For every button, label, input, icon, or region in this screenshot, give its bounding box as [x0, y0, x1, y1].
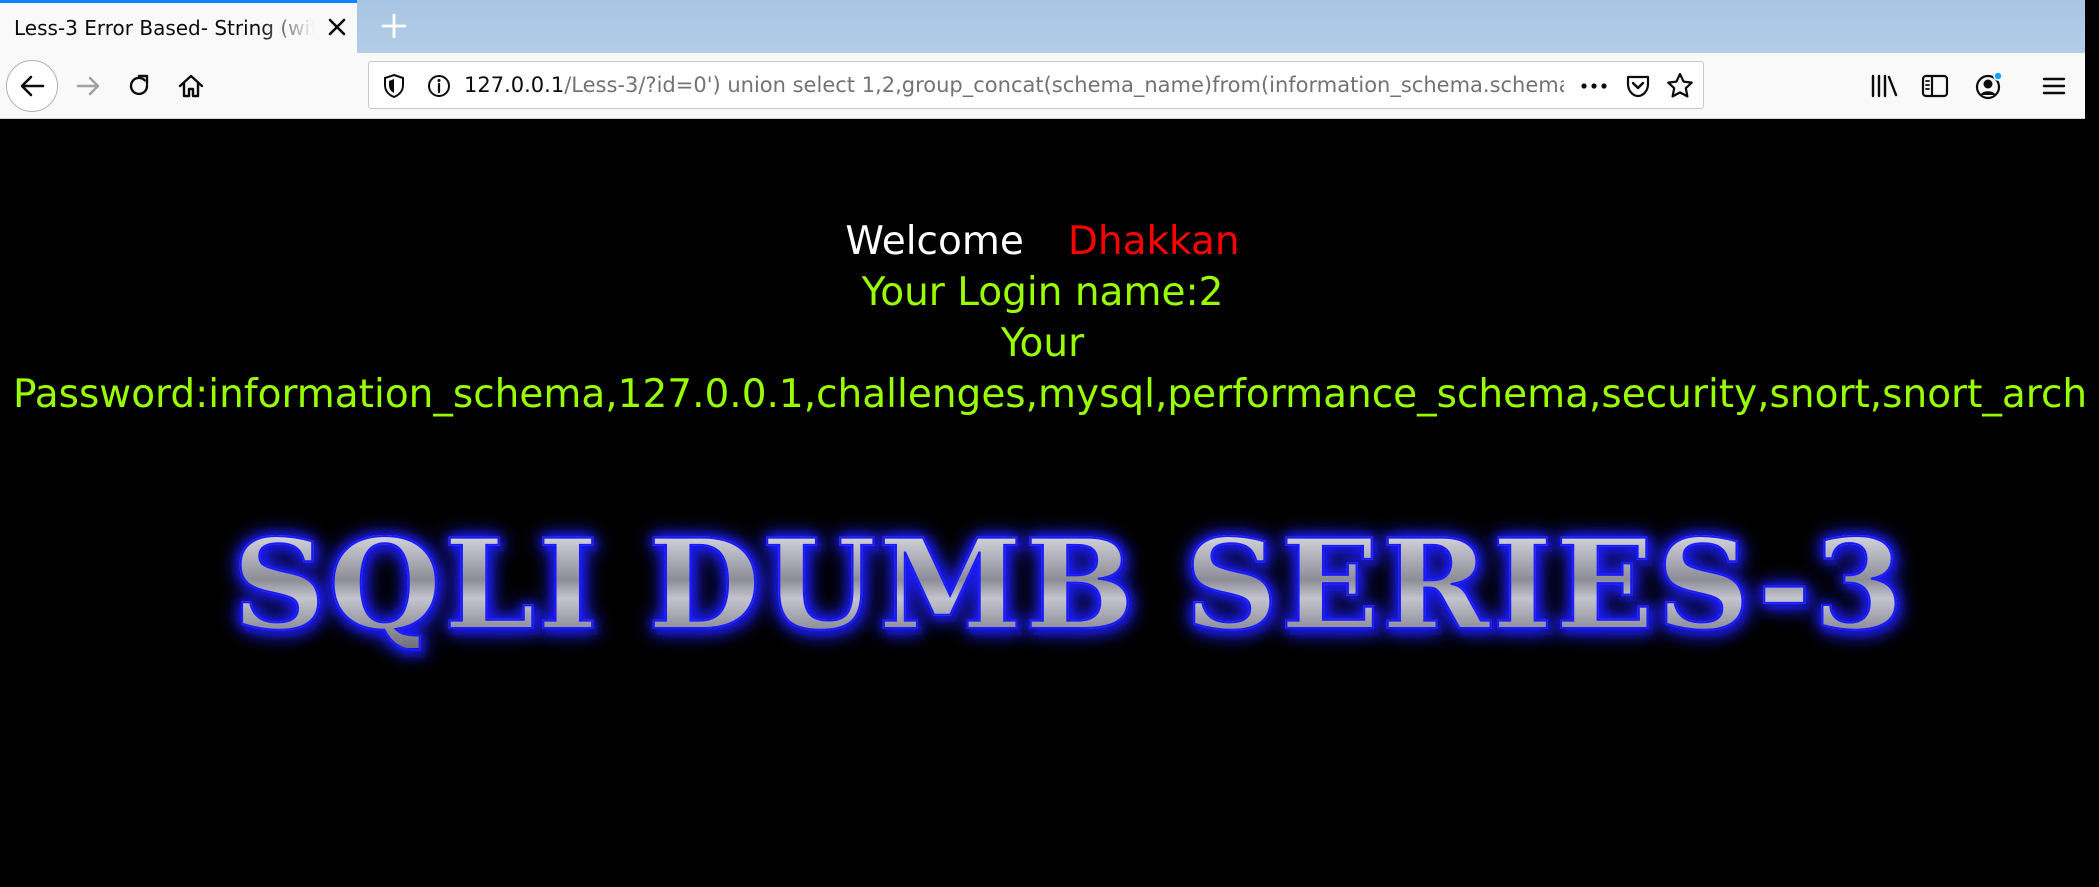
- welcome-line: Welcome Dhakkan: [0, 219, 2085, 264]
- url-path: /Less-3/?id=0') union select 1,2,group_c…: [564, 73, 1564, 97]
- reload-button[interactable]: [120, 67, 158, 105]
- back-arrow-icon: [20, 75, 45, 97]
- welcome-text: Welcome: [845, 219, 1024, 264]
- url-text[interactable]: 127.0.0.1/Less-3/?id=0') union select 1,…: [464, 73, 1564, 97]
- account-button[interactable]: [1968, 65, 2010, 107]
- bookmark-star-icon[interactable]: [1665, 71, 1695, 101]
- sidebar-button[interactable]: [1916, 67, 1954, 105]
- tab-strip: Less-3 Error Based- String (with Twists)…: [0, 0, 2085, 53]
- home-icon: [178, 74, 204, 98]
- series-banner-logo: SQLI DUMB SERIES-3: [231, 513, 1907, 658]
- plus-icon[interactable]: [378, 10, 410, 42]
- menu-button[interactable]: [2035, 67, 2073, 105]
- page-content: Welcome Dhakkan Your Login name:2 Your Pa…: [0, 119, 2085, 887]
- close-icon[interactable]: [325, 15, 349, 39]
- tracking-shield-icon[interactable]: [382, 73, 406, 99]
- home-button[interactable]: [172, 67, 210, 105]
- active-tab[interactable]: Less-3 Error Based- String (with Twists)…: [0, 0, 357, 53]
- forward-arrow-icon: [76, 76, 100, 96]
- password-result-text: Password:information_schema,127.0.0.1,ch…: [13, 372, 2085, 417]
- library-icon: [1871, 74, 1898, 98]
- navigation-toolbar: 127.0.0.1/Less-3/?id=0') union select 1,…: [0, 53, 2085, 119]
- browser-chrome: Less-3 Error Based- String (with Twists)…: [0, 0, 2085, 119]
- library-button[interactable]: [1865, 67, 1903, 105]
- pocket-icon[interactable]: [1624, 72, 1652, 100]
- password-label: Your: [1000, 321, 1085, 366]
- hamburger-menu-icon: [2042, 77, 2066, 95]
- login-name-text: Your Login name:2: [861, 270, 1224, 315]
- more-actions-icon[interactable]: [1579, 74, 1609, 98]
- info-icon[interactable]: [426, 73, 452, 99]
- forward-button[interactable]: [70, 67, 108, 105]
- sidebar-icon: [1921, 74, 1949, 98]
- back-button[interactable]: [6, 60, 58, 112]
- account-icon: [1975, 71, 2003, 100]
- address-bar[interactable]: 127.0.0.1/Less-3/?id=0') union select 1,…: [368, 61, 1704, 109]
- reload-icon: [129, 74, 149, 96]
- user-name: Dhakkan: [1067, 219, 1240, 264]
- url-host: 127.0.0.1: [464, 73, 565, 97]
- tab-title: Less-3 Error Based- String (with Twists)…: [14, 16, 314, 40]
